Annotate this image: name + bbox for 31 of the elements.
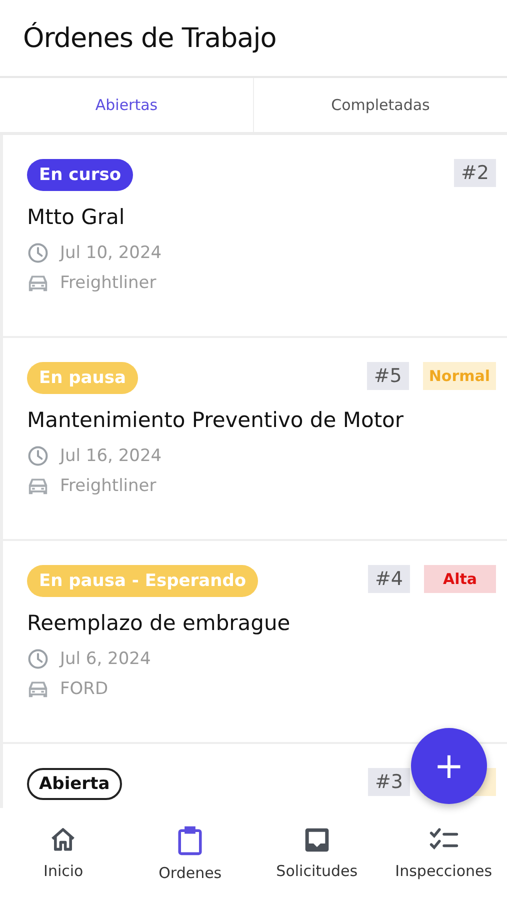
vehicle-name: Freightliner xyxy=(60,273,156,293)
order-date: Jul 10, 2024 xyxy=(60,243,162,263)
status-badge: En pausa xyxy=(27,362,138,394)
order-card[interactable]: En curso #2 Mtto Gral Jul 10, 2024 Freightliner xyxy=(3,135,507,336)
status-badge: Abierta xyxy=(27,768,122,800)
clock-icon xyxy=(27,648,49,670)
order-card[interactable]: En pausa - Esperando #4 Alta Reemplazo de embrague Jul 6, 2024 FORD xyxy=(3,541,507,742)
vehicle-name: Freightliner xyxy=(60,476,156,496)
clock-icon xyxy=(27,445,49,467)
priority-badge: Normal xyxy=(422,362,496,390)
order-number: #3 xyxy=(368,768,410,796)
order-title: Mantenimiento Preventivo de Motor xyxy=(27,408,405,432)
clock-icon xyxy=(27,242,49,264)
order-date: Jul 6, 2024 xyxy=(60,649,151,669)
order-number: #5 xyxy=(366,362,409,390)
order-title: Mtto Gral xyxy=(27,205,126,229)
order-card[interactable]: En pausa #5 Normal Mantenimiento Preventivo de Motor Jul 16, 2024 Freightliner xyxy=(3,338,507,539)
car-icon xyxy=(27,476,49,496)
priority-badge: Alta xyxy=(424,565,496,593)
order-number: #4 xyxy=(368,565,410,593)
page-title: Órdenes de Trabajo xyxy=(23,22,276,54)
order-title: Reemplazo de embrague xyxy=(27,611,292,635)
clipboard-icon xyxy=(176,826,204,856)
inbox-icon xyxy=(302,826,331,854)
status-badge: En curso xyxy=(27,159,133,191)
car-icon xyxy=(27,273,49,293)
car-icon xyxy=(27,679,49,699)
vehicle-name: FORD xyxy=(60,679,108,699)
order-date: Jul 16, 2024 xyxy=(60,446,162,466)
status-badge: En pausa - Esperando xyxy=(27,565,258,597)
order-number: #2 xyxy=(454,159,496,187)
